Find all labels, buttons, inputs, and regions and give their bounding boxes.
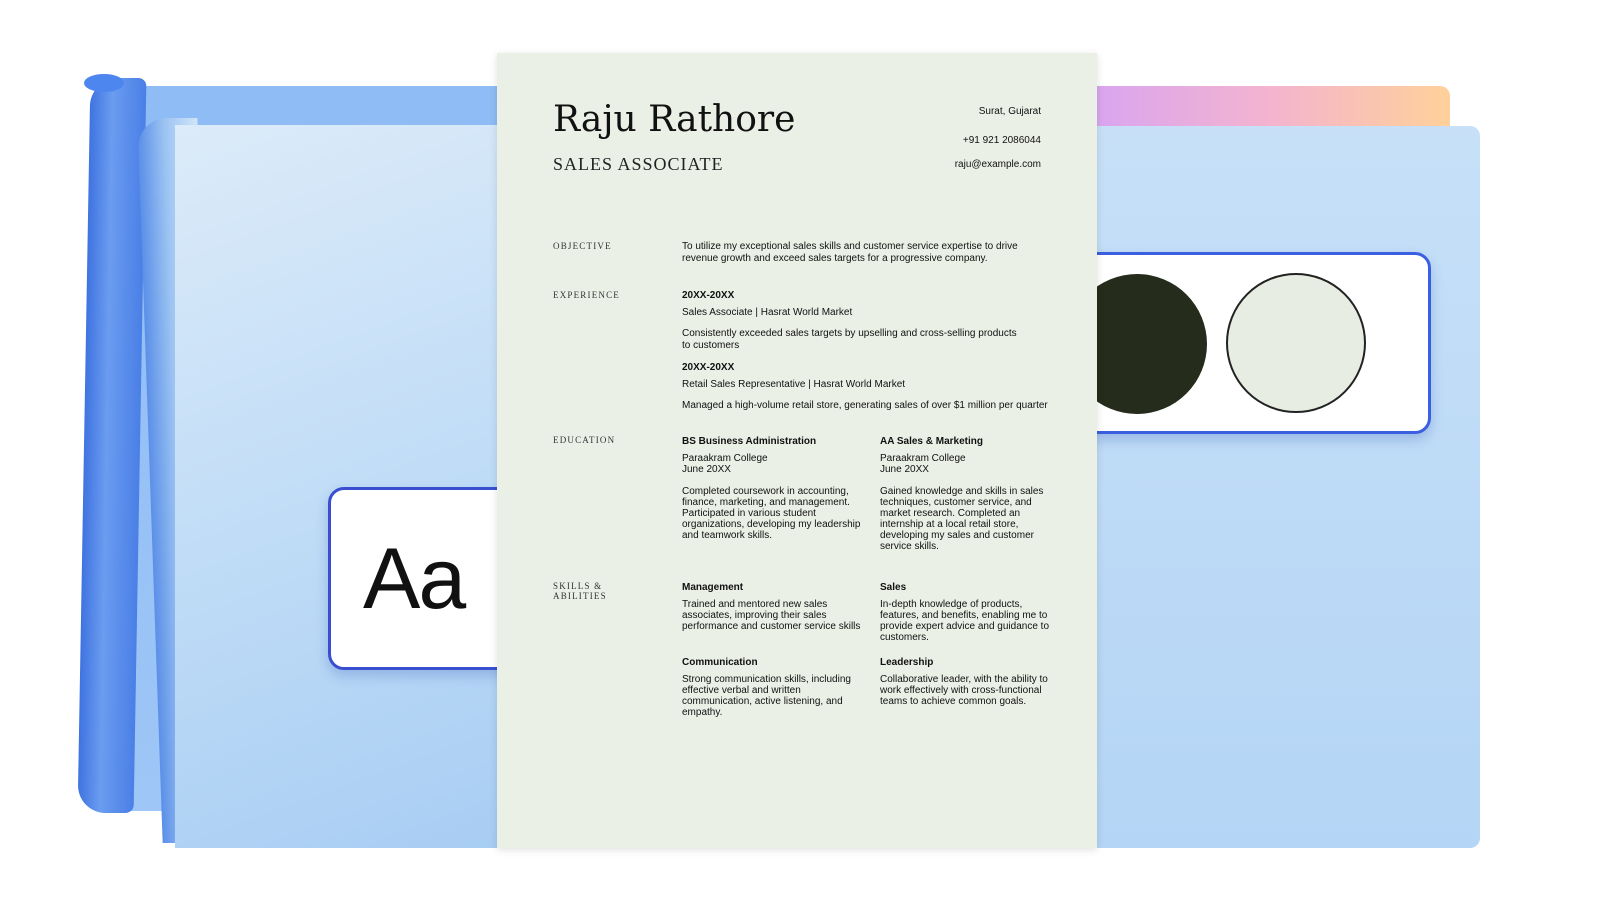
skill-name: Communication — [682, 657, 758, 668]
experience-desc: Managed a high-volume retail store, gene… — [682, 400, 1048, 411]
color-swatch-light[interactable] — [1226, 273, 1366, 413]
experience-role: Sales Associate | Hasrat World Market — [682, 307, 853, 318]
experience-desc: Consistently exceeded sales targets by u… — [682, 328, 1017, 351]
contact-location: Surat, Gujarat — [978, 106, 1041, 117]
skill-name: Sales — [880, 582, 907, 593]
skill-name: Management — [682, 582, 744, 593]
objective-text: To utilize my exceptional sales skills a… — [682, 241, 1018, 264]
education-school: Paraakram College — [880, 453, 966, 464]
experience-role: Retail Sales Representative | Hasrat Wor… — [682, 379, 906, 390]
skill-desc: In-depth knowledge of products, features… — [880, 599, 1050, 643]
education-school: Paraakram College — [682, 453, 768, 464]
resume-name: Raju Rathore — [553, 99, 796, 140]
section-label-objective: OBJECTIVE — [553, 241, 612, 251]
education-desc: Completed coursework in accounting, fina… — [682, 486, 861, 541]
color-palette-card[interactable] — [1070, 252, 1431, 434]
education-degree: AA Sales & Marketing — [880, 436, 983, 447]
section-label-education: EDUCATION — [553, 435, 616, 445]
font-sample: Aa — [363, 531, 466, 627]
skill-desc: Collaborative leader, with the ability t… — [880, 674, 1048, 707]
font-selector-card[interactable]: Aa — [328, 487, 519, 670]
contact-phone: +91 921 2086044 — [962, 135, 1041, 146]
skill-name: Leadership — [880, 657, 934, 668]
resume-page: Raju Rathore SALES ASSOCIATE Surat, Guja… — [497, 53, 1097, 848]
skill-desc: Trained and mentored new sales associate… — [682, 599, 861, 632]
skill-desc: Strong communication skills, including e… — [682, 674, 851, 718]
education-date: June 20XX — [880, 464, 929, 475]
contact-email: raju@example.com — [954, 159, 1041, 170]
resume-title: SALES ASSOCIATE — [553, 154, 724, 174]
section-label-experience: EXPERIENCE — [553, 290, 620, 300]
experience-dates: 20XX-20XX — [682, 362, 735, 373]
experience-dates: 20XX-20XX — [682, 290, 735, 301]
education-desc: Gained knowledge and skills in sales tec… — [880, 486, 1044, 552]
folder-right — [1080, 126, 1480, 848]
section-label-skills-2: ABILITIES — [553, 591, 607, 601]
education-degree: BS Business Administration — [682, 436, 817, 447]
education-date: June 20XX — [682, 464, 731, 475]
scroll-roll-top — [84, 74, 124, 92]
section-label-skills: SKILLS & — [553, 581, 603, 591]
